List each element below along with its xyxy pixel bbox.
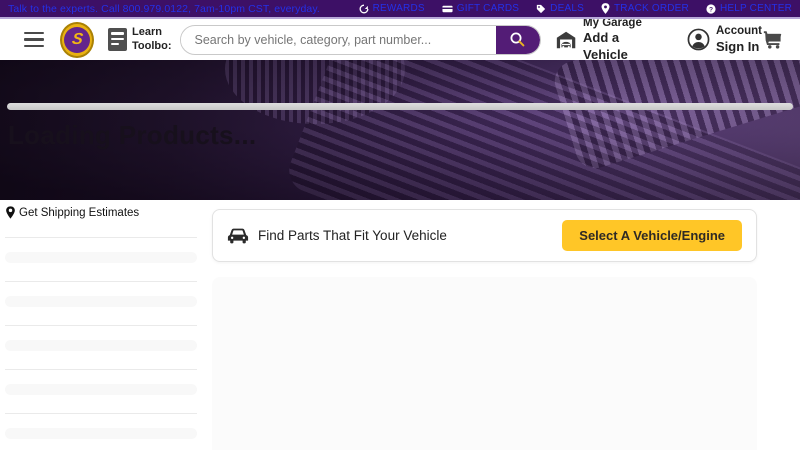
rewards-link[interactable]: REWARDS (359, 3, 425, 14)
top-utility-bar: Talk to the experts. Call 800.979.0122, … (0, 0, 800, 19)
vehicle-fitment-card: Find Parts That Fit Your Vehicle Select … (212, 209, 757, 262)
cart-button[interactable] (762, 29, 784, 50)
divider (5, 237, 197, 238)
track-order-link[interactable]: TRACK ORDER (601, 3, 689, 14)
rewards-icon (359, 4, 369, 14)
my-garage-link[interactable]: My Garage Add a Vehicle (555, 16, 661, 63)
divider (5, 369, 197, 370)
hero-banner: Loading Products... (0, 60, 800, 200)
skeleton-bar (5, 340, 197, 351)
fitment-label: Find Parts That Fit Your Vehicle (258, 228, 447, 243)
products-loading-skeleton (212, 277, 757, 450)
sidebar-skeleton-row (5, 281, 197, 307)
track-order-icon (601, 3, 610, 14)
brand-logo[interactable]: S (60, 22, 94, 58)
search-button[interactable] (496, 25, 540, 55)
skeleton-bar (5, 384, 197, 395)
main-column: Find Parts That Fit Your Vehicle Select … (212, 209, 757, 450)
sidebar-skeleton-row (5, 325, 197, 351)
gift-cards-label: GIFT CARDS (457, 3, 519, 14)
skeleton-bar (5, 428, 197, 439)
main-header: S Learn Toolbo: My Garage (0, 19, 800, 60)
sidebar-skeleton-row (5, 237, 197, 263)
svg-text:?: ? (709, 6, 713, 13)
skeleton-bar (5, 296, 197, 307)
menu-hamburger-icon[interactable] (24, 32, 44, 48)
toolbox-list-icon (108, 28, 127, 51)
help-center-icon: ? (706, 4, 716, 14)
deals-link[interactable]: DEALS (536, 3, 584, 14)
loading-products-text: Loading Products... (8, 120, 256, 151)
filters-sidebar: Get Shipping Estimates (5, 206, 197, 450)
shipping-estimates-link[interactable]: Get Shipping Estimates (5, 206, 197, 219)
account-label: Account Sign In (716, 24, 762, 55)
select-vehicle-button[interactable]: Select A Vehicle/Engine (562, 220, 742, 251)
divider (5, 325, 197, 326)
learn-toolbox-label: Learn Toolbo: (132, 26, 172, 54)
search-bar (180, 25, 541, 55)
garage-icon (555, 28, 577, 52)
gift-cards-link[interactable]: GIFT CARDS (442, 3, 519, 14)
help-center-label: HELP CENTER (720, 3, 792, 14)
sidebar-skeleton-row (5, 369, 197, 395)
deals-icon (536, 4, 546, 14)
cart-icon (762, 29, 784, 50)
phone-support-link[interactable]: Talk to the experts. Call 800.979.0122, … (8, 3, 320, 15)
skeleton-bar (5, 252, 197, 263)
account-icon (687, 28, 710, 51)
brand-logo-letter: S (71, 31, 84, 49)
divider (5, 281, 197, 282)
help-center-link[interactable]: ? HELP CENTER (706, 3, 792, 14)
learn-toolbox-link[interactable]: Learn Toolbo: (108, 26, 172, 54)
rewards-label: REWARDS (373, 3, 425, 14)
account-sign-in-link[interactable]: Account Sign In (687, 24, 762, 55)
location-pin-icon (5, 206, 16, 219)
track-order-label: TRACK ORDER (614, 3, 689, 14)
divider (5, 413, 197, 414)
utility-links: REWARDS GIFT CARDS DEALS TRACK ORDER (359, 3, 792, 14)
gift-cards-icon (442, 4, 453, 14)
content-area: Get Shipping Estimates (0, 200, 800, 450)
my-garage-label: My Garage Add a Vehicle (583, 16, 661, 63)
sidebar-skeleton-row (5, 413, 197, 439)
loading-progress-bar (7, 103, 793, 110)
shipping-estimates-label: Get Shipping Estimates (19, 207, 139, 219)
deals-label: DEALS (550, 3, 584, 14)
car-icon (227, 227, 249, 245)
search-input[interactable] (181, 33, 496, 47)
search-icon (509, 31, 526, 48)
brand-logo-inner: S (64, 27, 90, 53)
